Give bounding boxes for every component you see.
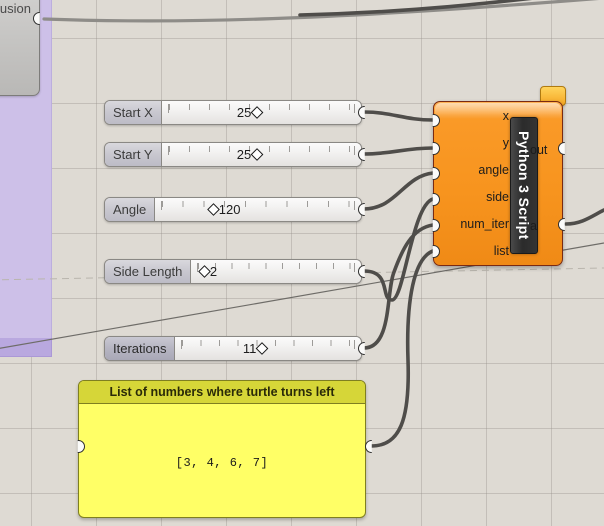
- slider-angle-track[interactable]: 120: [155, 198, 361, 221]
- slider-ticks: [197, 263, 355, 272]
- wire-angle-to-angle[interactable]: [362, 171, 435, 211]
- python-input-port-y[interactable]: [432, 142, 440, 155]
- output-label-out: out: [530, 143, 548, 157]
- extrusion-node-label: usion: [0, 1, 31, 16]
- output-label-a: a: [530, 219, 537, 233]
- code-block-input-port[interactable]: [77, 440, 85, 453]
- slider-start-y[interactable]: Start Y 25: [104, 142, 362, 167]
- python-input-port-list[interactable]: [432, 245, 440, 258]
- input-label-list: list: [493, 244, 509, 259]
- slider-iterations[interactable]: Iterations 11: [104, 336, 362, 361]
- slider-side-length-track[interactable]: 2: [191, 260, 361, 283]
- code-block-title: List of numbers where turtle turns left: [79, 381, 365, 404]
- slider-start-y-value: 25: [236, 147, 252, 162]
- slider-start-x-output-port[interactable]: [358, 106, 365, 119]
- slider-angle-value: 120: [218, 202, 241, 217]
- slider-start-x[interactable]: Start X 25: [104, 100, 362, 125]
- code-block-body[interactable]: [3, 4, 6, 7]: [79, 404, 365, 517]
- wire-iterations-to-numiter[interactable]: [362, 223, 435, 350]
- python-3-script-node[interactable]: x y angle side num_iter list Python 3 Sc…: [433, 101, 563, 266]
- slider-side-length[interactable]: Side Length 2: [104, 259, 362, 284]
- slider-start-x-label: Start X: [105, 101, 162, 124]
- code-block-node[interactable]: List of numbers where turtle turns left …: [78, 380, 366, 518]
- input-label-angle: angle: [478, 162, 509, 177]
- slider-start-y-track[interactable]: 25: [161, 143, 361, 166]
- slider-thumb-diamond-icon[interactable]: [250, 106, 264, 119]
- python-input-port-side[interactable]: [432, 193, 440, 206]
- python-input-port-angle[interactable]: [432, 167, 440, 180]
- wire-sidelength-to-side[interactable]: [362, 197, 435, 302]
- wire-top-secondary[interactable]: [298, 0, 604, 17]
- slider-ticks: [161, 201, 355, 210]
- slider-start-x-track[interactable]: 25: [161, 101, 361, 124]
- python-node-input-labels: x y angle side num_iter list: [434, 102, 515, 265]
- slider-iterations-label: Iterations: [105, 337, 176, 360]
- code-block-output-port[interactable]: [365, 440, 372, 453]
- python-input-port-num-iter[interactable]: [432, 219, 440, 232]
- wire-codeblock-to-list[interactable]: [369, 249, 435, 448]
- wire-extrusion-out[interactable]: [42, 0, 604, 23]
- slider-side-length-value: 2: [209, 264, 218, 279]
- slider-iterations-output-port[interactable]: [358, 342, 365, 355]
- wire-a-output[interactable]: [564, 208, 604, 226]
- slider-thumb-diamond-icon[interactable]: [198, 265, 211, 278]
- input-label-num-iter: num_iter: [460, 217, 509, 232]
- python-output-port-a[interactable]: [558, 218, 565, 231]
- slider-thumb-diamond-icon[interactable]: [255, 342, 269, 355]
- slider-side-length-label: Side Length: [105, 260, 192, 283]
- python-node-output-labels: out a: [530, 102, 562, 265]
- slider-side-length-output-port[interactable]: [358, 265, 365, 278]
- graph-canvas[interactable]: usion Start X 25 Start Y 25 Angle 120 Si…: [0, 0, 604, 526]
- wire-starty-to-y[interactable]: [362, 146, 435, 156]
- python-input-port-x[interactable]: [432, 114, 440, 127]
- slider-angle[interactable]: Angle 120: [104, 197, 362, 222]
- slider-thumb-diamond-icon[interactable]: [206, 203, 220, 216]
- group-region-purple-footer: [0, 338, 52, 357]
- slider-start-x-value: 25: [236, 105, 252, 120]
- input-label-y: y: [502, 135, 509, 150]
- slider-iterations-track[interactable]: 11: [175, 337, 361, 360]
- slider-angle-label: Angle: [105, 198, 156, 221]
- input-label-x: x: [502, 108, 509, 123]
- input-label-side: side: [486, 190, 509, 205]
- slider-start-y-label: Start Y: [105, 143, 162, 166]
- slider-iterations-value: 11: [242, 341, 257, 356]
- code-block-code: [3, 4, 6, 7]: [175, 456, 269, 470]
- slider-thumb-diamond-icon[interactable]: [250, 148, 264, 161]
- wire-startx-to-x[interactable]: [362, 110, 435, 122]
- slider-angle-output-port[interactable]: [358, 203, 365, 216]
- python-output-port-out[interactable]: [558, 142, 565, 155]
- slider-start-y-output-port[interactable]: [358, 148, 365, 161]
